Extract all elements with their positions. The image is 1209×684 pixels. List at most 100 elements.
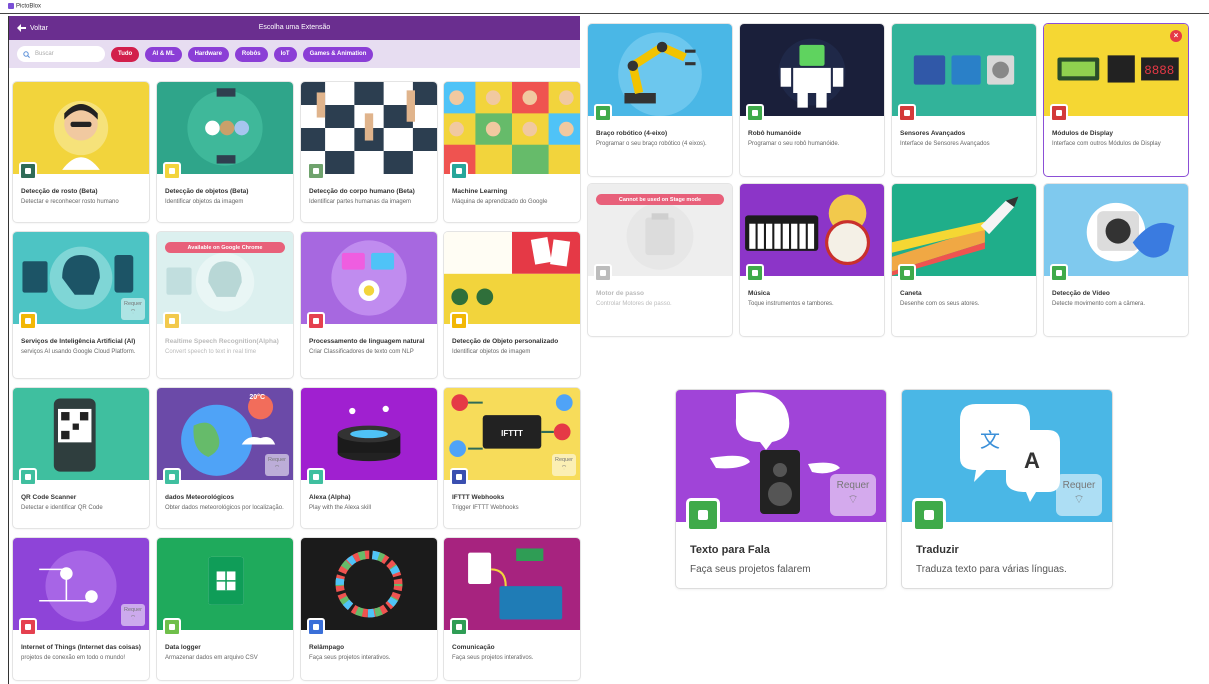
filter-pill-games-animation[interactable]: Games & Animation — [302, 46, 374, 62]
left-card-qr-code-scanner[interactable]: QR Code Scanner Detectar e identificar QR… — [13, 388, 149, 528]
ai-head-icon — [19, 312, 37, 330]
left-card-comunicacao[interactable]: Comunicação Faça seus projetos interativo… — [444, 538, 580, 680]
target-icon — [450, 312, 468, 330]
left-requires-badge: Requer ⌔ — [121, 604, 145, 626]
left-card-thumbnail — [13, 388, 149, 480]
right-card-robo-humanoide[interactable]: Robô humanóide Programar o seu robô human… — [740, 24, 884, 176]
filter-pill-iot[interactable]: IoT — [273, 46, 297, 62]
right-card-modulos-de-display[interactable]: 8888 × Módulos de Display Interface com out… — [1044, 24, 1188, 176]
filter-bar: Buscar Tudo AI & ML Hardware Robôs IoT Games … — [9, 40, 580, 68]
translate-icon — [912, 498, 946, 532]
left-card-thumbnail: 20°C Requer ⌔ — [157, 388, 293, 480]
left-wifi-icon: ⌔ — [560, 465, 568, 473]
sheet-icon — [163, 618, 181, 636]
thumbnail-art — [745, 194, 871, 266]
left-card-description: Faça seus projetos interativos. — [452, 655, 534, 661]
right-card-title: Braço robótico (4-eixo) — [596, 130, 668, 137]
display-icon — [1050, 104, 1068, 122]
right-card-title: Música — [748, 290, 771, 297]
thumbnail-art — [618, 32, 702, 116]
left-availability-banner: Available on Google Chrome — [165, 242, 285, 253]
left-thumbnail-text: IFTTT — [501, 429, 523, 438]
robot-arm-icon — [594, 104, 612, 122]
left-card-title: dados Meteorológicos — [165, 494, 234, 501]
left-card-processamento-de-linguagem-natural[interactable]: Processamento de linguagem natural Criar … — [301, 232, 437, 378]
left-card-description: Detectar e reconhecer rosto humano — [21, 199, 119, 205]
app-title: PictoBlox — [16, 3, 42, 10]
thumbnail-art — [1086, 202, 1175, 262]
search-placeholder: Buscar — [35, 51, 54, 57]
left-card-deteccao-do-corpo-humano-beta[interactable]: Detecção do corpo humano (Beta) Identific… — [301, 82, 437, 222]
left-card-thumbnail: Available on Google Chrome — [157, 232, 293, 324]
left-card-thumbnail — [301, 82, 437, 174]
left-card-relampago[interactable]: Relâmpago Faça seus projetos interativos. — [301, 538, 437, 680]
big-requires-label: Requer — [1062, 480, 1096, 491]
left-card-title: Detecção de Objeto personalizado — [452, 338, 559, 345]
search-input[interactable]: Buscar — [17, 46, 105, 62]
right-card-title: Módulos de Display — [1052, 130, 1114, 137]
filter-pill-robos[interactable]: Robôs — [234, 46, 268, 62]
left-card-servicos-de-inteligencia-artificial-ai[interactable]: Requer ⌔ Serviços de Inteligência Artifici… — [13, 232, 149, 378]
thumbnail-art — [892, 196, 1019, 276]
big-card-texto-para-fala[interactable]: Requer ⌔ Texto para Fala Faça seus projetos… — [676, 390, 886, 588]
right-card-braco-robotico-4-eixo[interactable]: Braço robótico (4-eixo) Programar o seu b… — [588, 24, 732, 176]
left-card-dados-meteorologicos[interactable]: 20°C Requer ⌔ dados Meteorológicos Obter dad… — [157, 388, 293, 528]
thumbnail-art — [187, 88, 263, 166]
left-wifi-icon: ⌔ — [129, 615, 137, 623]
left-card-machine-learning[interactable]: Machine Learning Máquina de aprendizado d… — [444, 82, 580, 222]
right-card-description: Interface com outros Módulos de Display — [1052, 141, 1161, 147]
filter-pill-hardware[interactable]: Hardware — [187, 46, 229, 62]
left-card-thumbnail: IFTTT Requer ⌔ — [444, 388, 580, 480]
filter-pill-tudo[interactable]: Tudo — [111, 46, 140, 62]
thumbnail-art — [53, 100, 109, 170]
left-card-title: Detecção de objetos (Beta) — [165, 188, 249, 195]
left-card-deteccao-de-objetos-beta[interactable]: Detecção de objetos (Beta) Identificar ob… — [157, 82, 293, 222]
left-card-thumbnail: Requer ⌔ — [13, 538, 149, 630]
big-card-traduzir[interactable]: A 文 Requer ⌔ Traduzir Traduza texto para vári… — [902, 390, 1112, 588]
left-card-description: projetos de conexão em todo o mundo! — [21, 655, 126, 661]
hand-icon — [307, 162, 325, 180]
speech-icon — [163, 312, 181, 330]
big-wifi-icon: ⌔ — [1073, 492, 1085, 506]
big-requires-label: Requer — [836, 480, 870, 491]
right-card-caneta[interactable]: Caneta Desenhe com os seus atores. — [892, 184, 1036, 336]
left-card-deteccao-de-rosto-beta[interactable]: Detecção de rosto (Beta) Detectar e recon… — [13, 82, 149, 222]
right-card-thumbnail: 8888 — [1044, 24, 1188, 116]
alexa-icon — [307, 468, 325, 486]
left-requires-badge: Requer ⌔ — [265, 454, 289, 476]
right-card-description: Desenhe com os seus atores. — [900, 301, 980, 307]
left-card-title: Data logger — [165, 644, 201, 651]
right-card-motor-de-passo[interactable]: Cannot be used on Stage mode Motor de pas… — [588, 184, 732, 336]
right-card-sensores-avancados[interactable]: Sensores Avançados Interface de Sensores … — [892, 24, 1036, 176]
left-card-thumbnail — [444, 538, 580, 630]
right-card-musica[interactable]: Música Toque instrumentos e tambores. — [740, 184, 884, 336]
left-card-ifttt-webhooks[interactable]: IFTTT Requer ⌔ IFTTT Webhooks Trigger IFTTT … — [444, 388, 580, 528]
right-card-description: Controlar Motores de passo. — [596, 301, 672, 307]
left-card-data-logger[interactable]: Data logger Armazenar dados em arquivo CS… — [157, 538, 293, 680]
svg-text:8888: 8888 — [1144, 64, 1174, 78]
right-close-icon[interactable]: × — [1170, 30, 1182, 42]
left-card-deteccao-de-objeto-personalizado[interactable]: Detecção de Objeto personalizado Identifi… — [444, 232, 580, 378]
left-card-thumbnail — [301, 388, 437, 480]
thumbnail-art — [468, 548, 563, 620]
left-card-thumbnail — [301, 538, 437, 630]
left-card-description: Identificar objetos de imagem — [452, 349, 531, 355]
brain-icon — [450, 162, 468, 180]
left-card-thumbnail — [13, 82, 149, 174]
featured-extension-panel: Requer ⌔ Texto para Fala Faça seus projetos… — [670, 384, 1120, 594]
left-card-description: Identificar objetos da imagem — [165, 199, 244, 205]
thumbnail-art — [444, 232, 580, 324]
left-card-alexa-alpha[interactable]: Alexa (Alpha) Play with the Alexa skill — [301, 388, 437, 528]
right-card-thumbnail — [740, 24, 884, 116]
left-card-title: Realtime Speech Recognition(Alpha) — [165, 338, 279, 345]
left-requires-label: Requer — [123, 607, 143, 613]
left-card-title: Serviços de Inteligência Artificial (AI) — [21, 338, 136, 345]
filter-pill-ai-ml[interactable]: AI & ML — [145, 46, 182, 62]
big-requires-badge: Requer ⌔ — [1056, 474, 1102, 516]
left-requires-badge: Requer ⌔ — [121, 298, 145, 320]
left-card-realtime-speech-recognition-alpha[interactable]: Available on Google Chrome Realtime Speec… — [157, 232, 293, 378]
right-card-deteccao-de-video[interactable]: Detecção de Vídeo Detecte movimento com a… — [1044, 184, 1188, 336]
right-card-thumbnail — [892, 184, 1036, 276]
left-card-internet-of-things-internet-das-coisas[interactable]: Requer ⌔ Internet of Things (Internet das … — [13, 538, 149, 680]
ring-icon — [307, 618, 325, 636]
